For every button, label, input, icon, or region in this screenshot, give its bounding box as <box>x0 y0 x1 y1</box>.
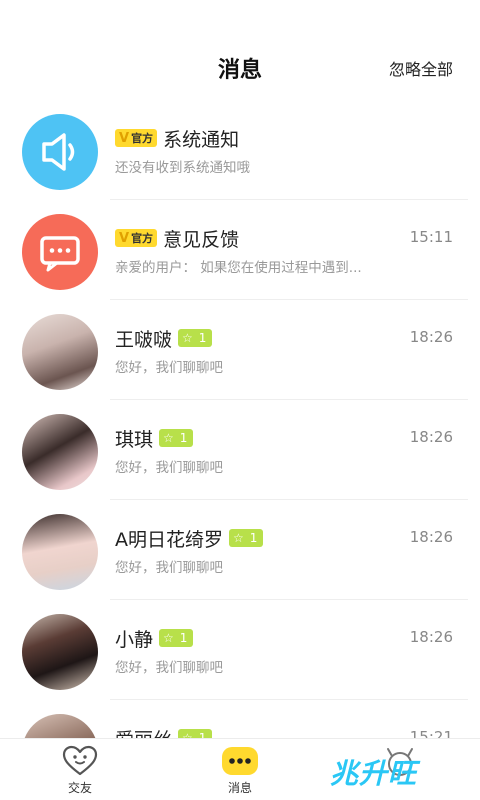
level-badge: ☆ 1 <box>229 529 264 547</box>
message-time: 18:26 <box>409 428 453 446</box>
avatar <box>22 714 98 738</box>
list-item-feedback[interactable]: V 官方 意见反馈 亲爱的用户： 如果您在使用过程中遇到... 15:11 <box>0 200 480 300</box>
contact-name: 王啵啵 <box>115 328 173 351</box>
message-time: 18:26 <box>409 628 453 646</box>
message-time: 15:21 <box>409 728 453 738</box>
list-item[interactable]: 琪琪 ☆ 1 您好，我们聊聊吧 18:26 <box>0 400 480 500</box>
ignore-all-button[interactable]: 忽略全部 <box>389 56 453 80</box>
list-item[interactable]: 小静 ☆ 1 您好，我们聊聊吧 18:26 <box>0 600 480 700</box>
contact-name: 小静 <box>115 628 154 651</box>
level-badge: ☆ 1 <box>159 629 194 647</box>
official-badge: V 官方 <box>115 129 158 147</box>
star-icon: ☆ <box>233 531 244 545</box>
star-icon: ☆ <box>163 431 174 445</box>
message-time: 18:26 <box>409 328 453 346</box>
avatar <box>22 314 98 390</box>
list-item[interactable]: A明日花绮罗 ☆ 1 您好，我们聊聊吧 18:26 <box>0 500 480 600</box>
message-time: 18:26 <box>409 528 453 546</box>
message-preview: 您好，我们聊聊吧 <box>115 460 223 476</box>
avatar <box>22 514 98 590</box>
tab-friend[interactable]: 交友 <box>40 739 120 800</box>
contact-name: A明日花绮罗 <box>115 528 223 551</box>
speaker-icon <box>42 133 75 171</box>
star-icon: ☆ <box>163 631 174 645</box>
message-preview: 亲爱的用户： 如果您在使用过程中遇到... <box>115 260 362 276</box>
level-badge: ☆ 1 <box>178 329 213 347</box>
feedback-avatar <box>22 214 98 290</box>
contact-name: 琪琪 <box>115 428 154 451</box>
avatar <box>22 614 98 690</box>
official-badge: V 官方 <box>115 229 158 247</box>
message-preview: 还没有收到系统通知哦 <box>115 160 250 176</box>
list-item[interactable]: 爱丽丝 ☆1 15:21 <box>0 700 480 738</box>
contact-name: 爱丽丝 <box>115 725 172 739</box>
message-preview: 您好，我们聊聊吧 <box>115 360 223 376</box>
chat-bubble-icon <box>40 236 80 272</box>
chat-dots-icon <box>222 747 258 775</box>
contact-name: 意见反馈 <box>163 228 240 251</box>
list-item-system-notice[interactable]: V 官方 系统通知 还没有收到系统通知哦 <box>0 100 480 200</box>
system-notice-avatar <box>22 114 98 190</box>
contact-name: 系统通知 <box>163 128 240 151</box>
star-icon: ☆ <box>182 731 193 738</box>
message-preview: 您好，我们聊聊吧 <box>115 660 223 676</box>
message-preview: 您好，我们聊聊吧 <box>115 560 223 576</box>
message-list: V 官方 系统通知 还没有收到系统通知哦 V 官方 意见反馈 亲爱的用户： 如果您在… <box>0 100 480 738</box>
heart-face-icon <box>62 745 98 776</box>
star-icon: ☆ <box>182 331 193 345</box>
avatar <box>22 414 98 490</box>
tab-messages-label: 消息 <box>227 781 252 795</box>
header: 消息 忽略全部 <box>0 0 480 110</box>
tab-friend-label: 交友 <box>67 781 92 795</box>
message-time: 15:11 <box>409 228 453 246</box>
watermark-logo: 兆升旺 <box>330 757 418 790</box>
level-badge: ☆ 1 <box>159 429 194 447</box>
list-item[interactable]: 王啵啵 ☆ 1 您好，我们聊聊吧 18:26 <box>0 300 480 400</box>
tab-messages[interactable]: 消息 <box>200 739 280 800</box>
level-badge: ☆ 1 <box>178 729 213 738</box>
